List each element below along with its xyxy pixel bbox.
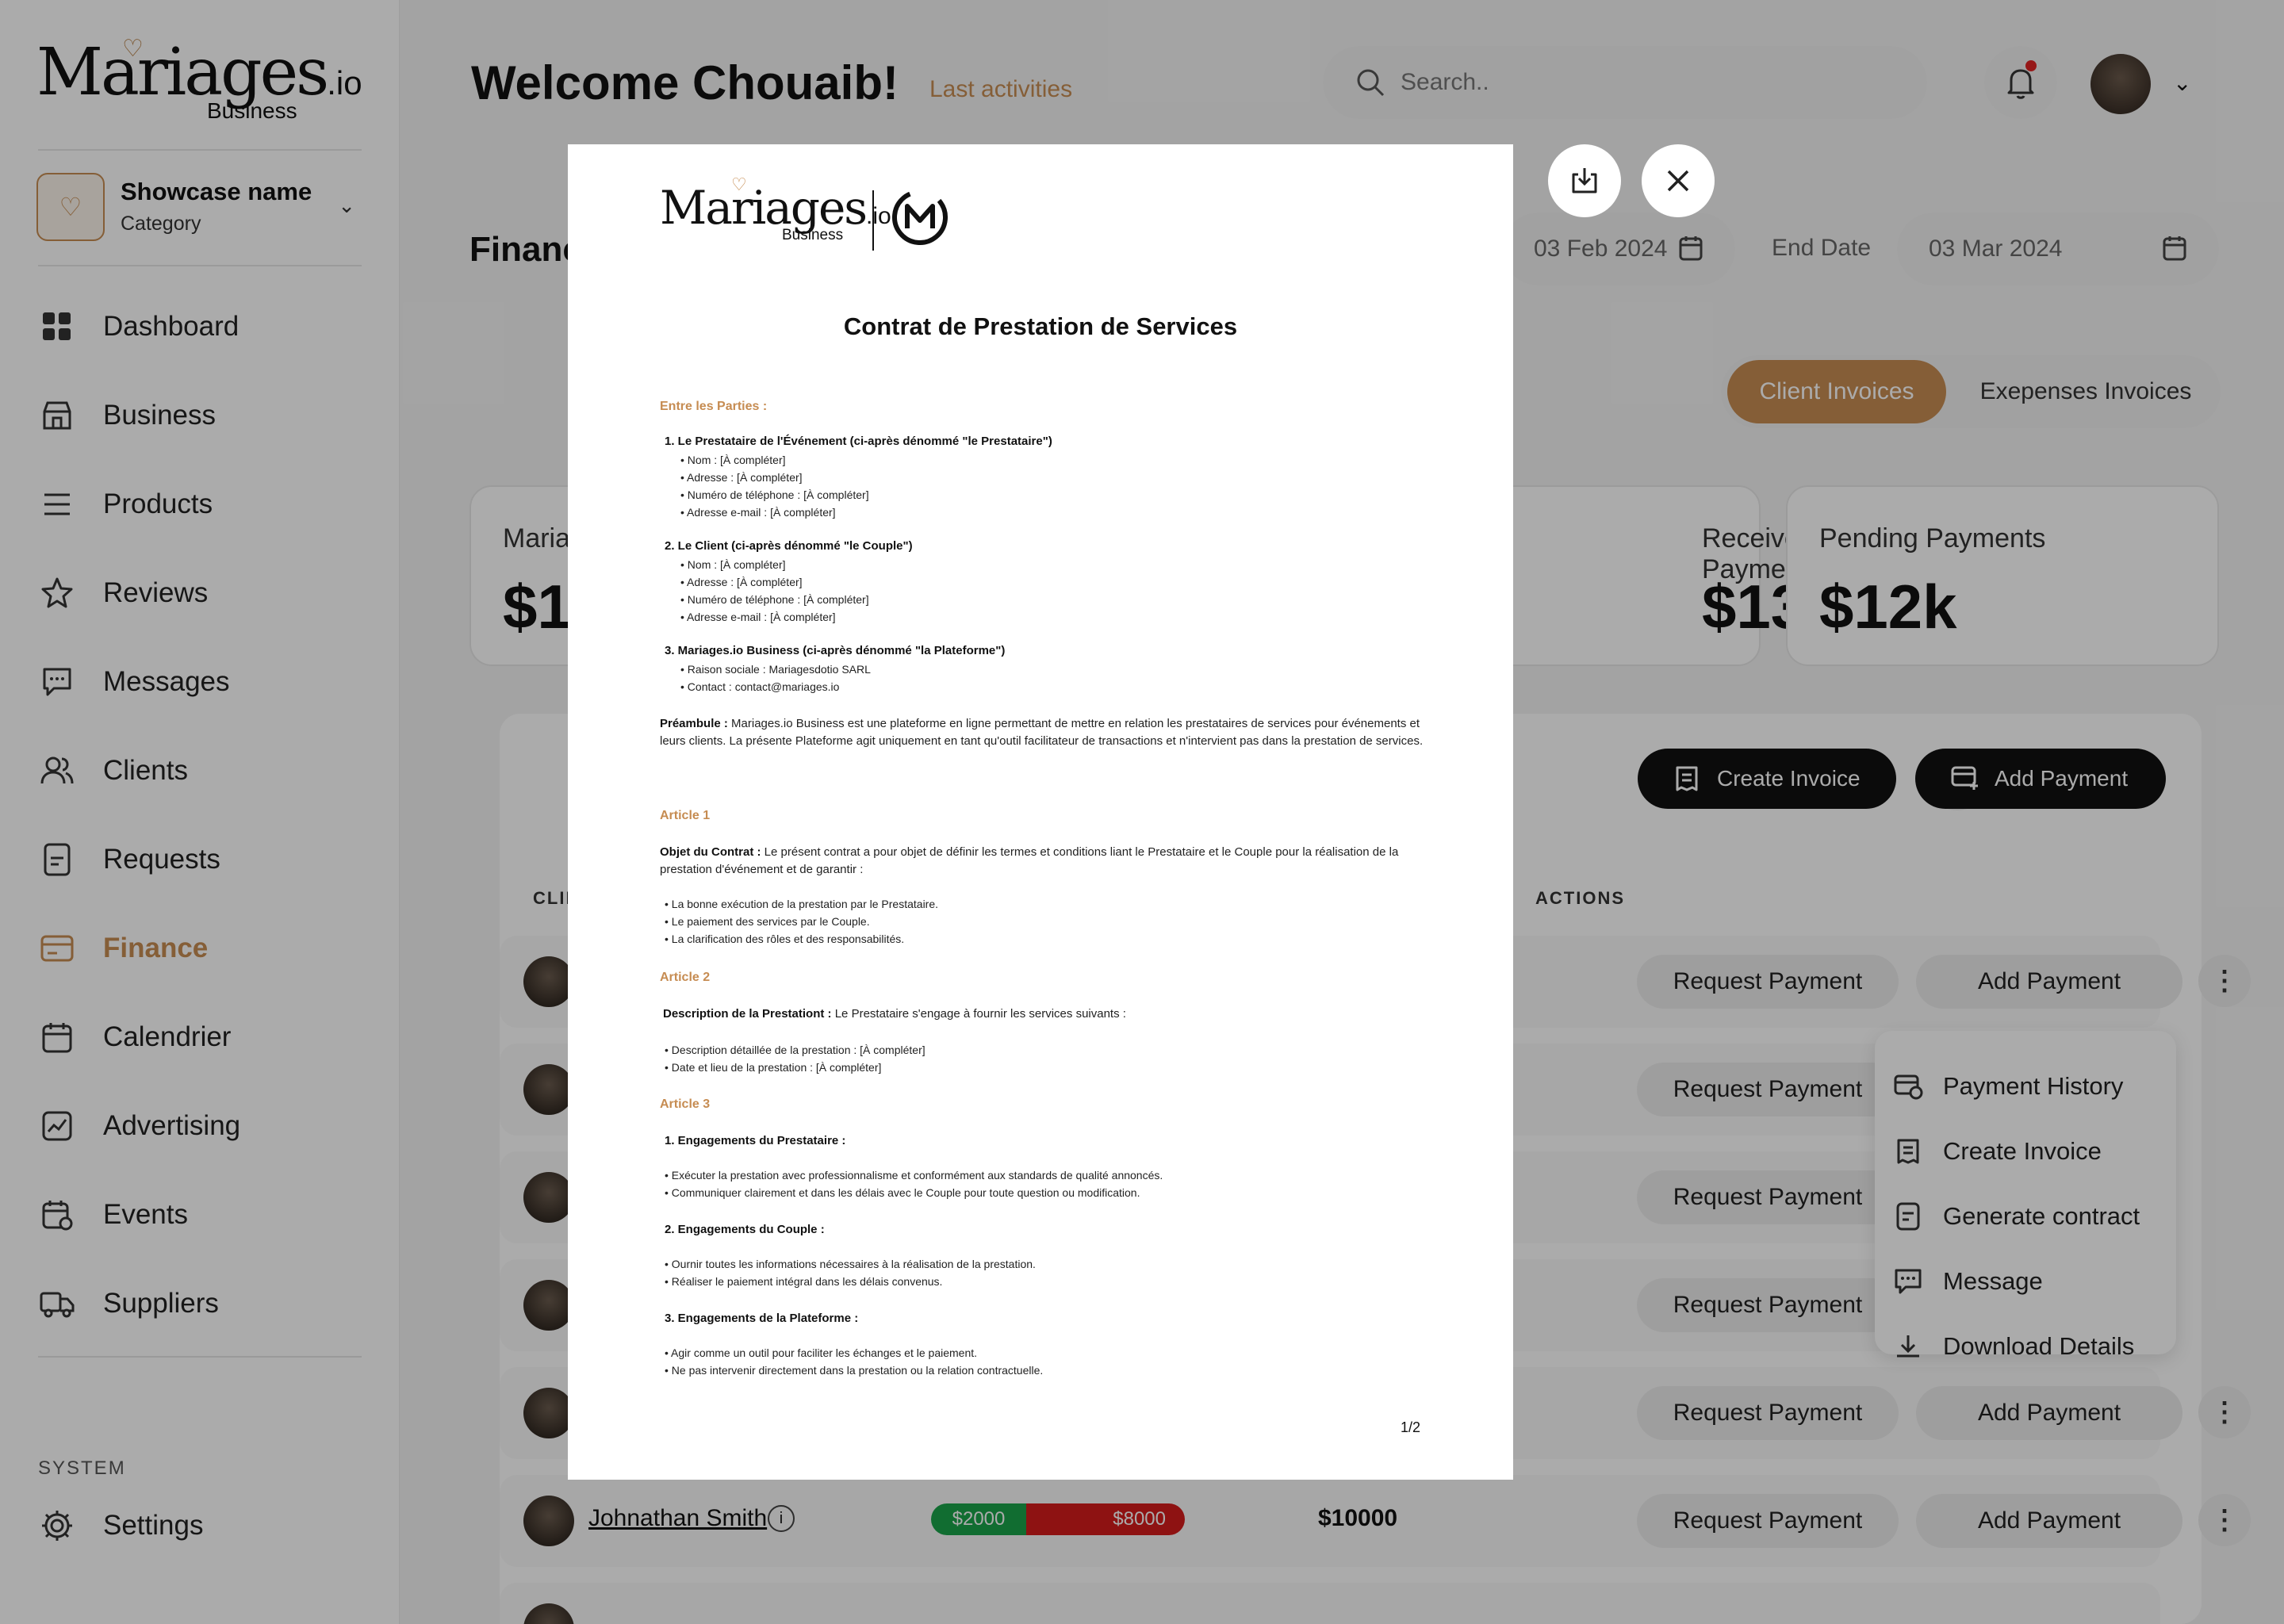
heart-icon: ♡: [731, 174, 747, 194]
party3-line: • Raison sociale : Mariagesdotio SARL: [680, 663, 871, 676]
party1-line: • Numéro de téléphone : [À compléter]: [680, 488, 869, 501]
party1-line: • Nom : [À compléter]: [680, 454, 786, 466]
party1-line: • Adresse : [À compléter]: [680, 471, 803, 484]
article3-bullet: • Communiquer clairement et dans les dél…: [665, 1186, 1140, 1199]
close-icon: [1667, 170, 1689, 192]
party3-line: • Contact : contact@mariages.io: [680, 680, 840, 693]
party2-line: • Adresse e-mail : [À compléter]: [680, 611, 836, 623]
article2-paragraph: Description de la Prestationt : Le Prest…: [663, 1007, 1126, 1021]
article1-heading: Article 1: [660, 809, 711, 822]
doc-brand-sub: Business: [782, 227, 844, 243]
article1-bullet: • La bonne exécution de la prestation pa…: [665, 898, 939, 910]
article3-sub3: 3. Engagements de la Plateforme :: [665, 1312, 859, 1325]
close-button[interactable]: [1642, 144, 1715, 217]
article1-paragraph: Objet du Contrat : Le présent contrat a …: [660, 845, 1399, 876]
article3-bullet: • Agir comme un outil pour faciliter les…: [665, 1346, 978, 1359]
party2-line: • Numéro de téléphone : [À compléter]: [680, 593, 869, 606]
article3-bullet: • Réaliser le paiement intégral dans les…: [665, 1275, 943, 1288]
article3-sub2: 2. Engagements du Couple :: [665, 1223, 825, 1236]
doc-brand-suffix: .io: [866, 203, 891, 229]
party2-line: • Nom : [À compléter]: [680, 558, 786, 571]
party2-heading: 2. Le Client (ci-après dénommé "le Coupl…: [665, 539, 913, 553]
page-number: 1/2: [1401, 1419, 1421, 1435]
party2-line: • Adresse : [À compléter]: [680, 576, 803, 588]
download-button[interactable]: [1548, 144, 1621, 217]
article3-bullet: • Ne pas intervenir directement dans la …: [665, 1364, 1044, 1377]
article2-heading: Article 2: [660, 971, 711, 984]
party1-heading: 1. Le Prestataire de l'Événement (ci-apr…: [665, 435, 1052, 448]
document-logo: ♡ Mariages.io Business: [660, 174, 948, 251]
party3-heading: 3. Mariages.io Business (ci-après dénomm…: [665, 644, 1006, 657]
parties-heading: Entre les Parties :: [660, 400, 768, 413]
article3-sub1: 1. Engagements du Prestataire :: [665, 1134, 846, 1147]
article3-bullet: • Exécuter la prestation avec profession…: [665, 1169, 1163, 1182]
logo-divider: [872, 190, 874, 251]
article2-bullet: • Description détaillée de la prestation…: [665, 1044, 925, 1056]
article1-bullet: • La clarification des rôles et des resp…: [665, 933, 905, 945]
document-title: Contrat de Prestation de Services: [843, 312, 1238, 340]
monogram-logo-icon: [890, 187, 950, 251]
contract-preview-modal: ♡ Mariages.io Business Contrat de Presta…: [568, 144, 1513, 1480]
article3-bullet: • Ournir toutes les informations nécessa…: [665, 1258, 1036, 1270]
download-icon: [1572, 168, 1597, 193]
article3-heading: Article 3: [660, 1097, 711, 1111]
article1-bullet: • Le paiement des services par le Couple…: [665, 915, 870, 928]
article2-bullet: • Date et lieu de la prestation : [À com…: [665, 1061, 882, 1074]
party1-line: • Adresse e-mail : [À compléter]: [680, 506, 836, 519]
preambule-paragraph: Préambule : Mariages.io Business est une…: [660, 717, 1424, 748]
